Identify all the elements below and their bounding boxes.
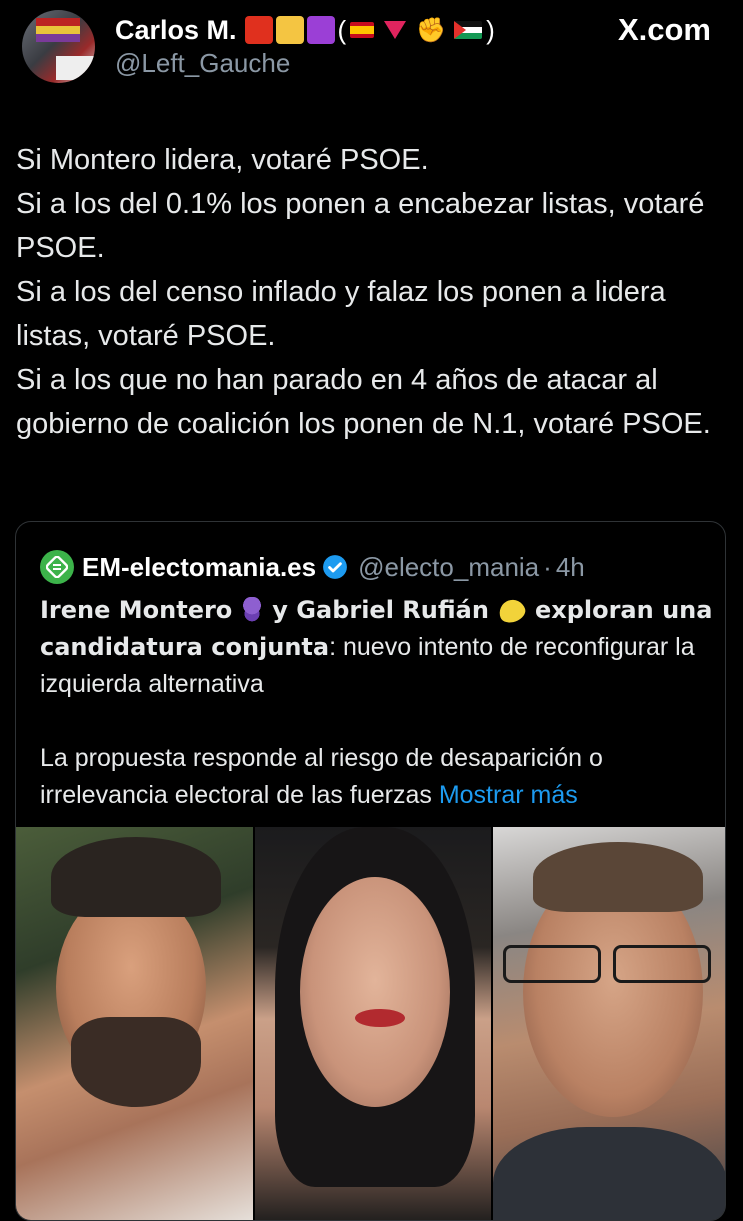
tweet-header: Carlos M. ( ✊ ) @Left_Gauche X.com — [0, 0, 743, 100]
lemon-icon — [495, 596, 528, 627]
tweet-text: Si Montero lidera, votaré PSOE. Si a los… — [16, 138, 731, 446]
avatar-sign-image — [56, 56, 94, 80]
hair-image — [533, 842, 703, 912]
tweet-line: Si a los que no han parado en 4 años de … — [16, 364, 711, 440]
red-triangle-icon — [384, 21, 407, 39]
quote-author-name[interactable]: EM-electomania.es — [82, 552, 316, 583]
quote-timestamp[interactable]: 4h — [556, 552, 585, 583]
beard-image — [71, 1017, 201, 1107]
quote-text: Irene Montero y Gabriel Rufián exploran un… — [40, 592, 720, 814]
headline-part1: Irene Montero — [40, 596, 233, 624]
decoration-close-paren: ) — [486, 14, 495, 45]
glasses-image — [503, 945, 713, 983]
headline-part2: y Gabriel Rufián — [272, 596, 489, 624]
separator-dot: · — [543, 551, 552, 582]
decoration-open-paren: ( — [337, 14, 347, 45]
quote-author-handle[interactable]: @electo_mania — [358, 552, 539, 583]
yellow-square-icon — [275, 16, 304, 44]
red-square-icon — [244, 16, 273, 44]
raised-fist-icon: ✊ — [416, 16, 447, 44]
face-image — [300, 877, 450, 1107]
source-label: X.com — [617, 12, 711, 47]
lips-image — [355, 1009, 405, 1027]
jacket-image — [493, 1127, 725, 1220]
user-handle[interactable]: @Left_Gauche — [115, 48, 290, 79]
tweet-line: Si a los del censo inflado y falaz los p… — [16, 276, 666, 352]
quote-header: EM-electomania.es @electo_mania · 4h — [40, 550, 585, 584]
display-name[interactable]: Carlos M. — [115, 15, 237, 46]
quoted-tweet[interactable]: EM-electomania.es @electo_mania · 4h Ire… — [15, 521, 726, 1221]
verified-badge-icon — [323, 555, 348, 579]
tweet-line: Si a los del 0.1% los ponen a encabezar … — [16, 188, 705, 264]
avatar-flag-image — [36, 18, 80, 42]
palestine-flag-icon — [454, 21, 483, 39]
avatar[interactable] — [22, 10, 95, 83]
electomania-logo-icon — [40, 550, 74, 584]
hair-image — [51, 837, 221, 917]
spain-flag-icon — [350, 22, 375, 38]
photo-right[interactable] — [493, 827, 725, 1220]
photo-left[interactable] — [16, 827, 253, 1220]
show-more-link[interactable]: Mostrar más — [439, 781, 578, 809]
hyacinth-icon — [242, 597, 263, 626]
purple-square-icon — [306, 16, 335, 44]
tweet-line: Si Montero lidera, votaré PSOE. — [16, 144, 429, 176]
photo-center[interactable] — [255, 827, 491, 1220]
name-row: Carlos M. ( ✊ ) — [115, 10, 495, 50]
